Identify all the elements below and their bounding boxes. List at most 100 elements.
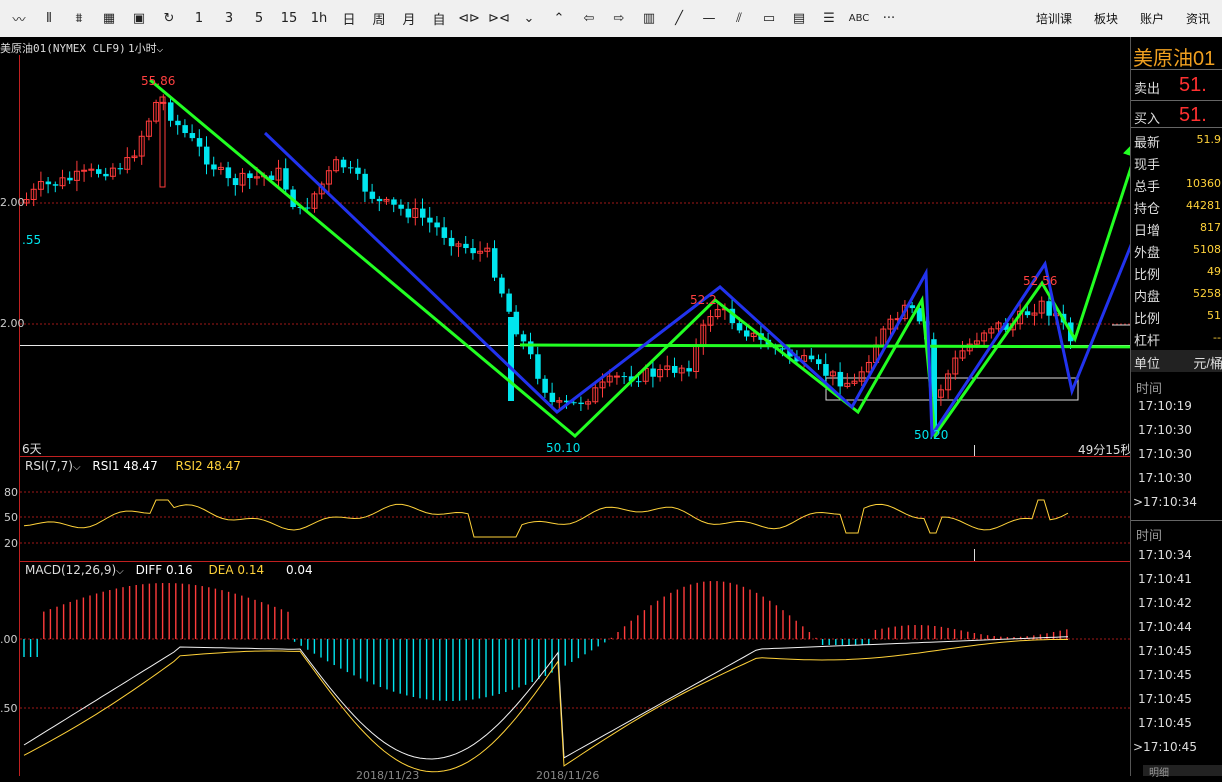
candle-body [499,277,505,294]
parallel-line-icon[interactable]: ⫽ [726,6,752,32]
tick-time: 17:10:19 [1138,399,1192,413]
quote-row-value: 49 [1207,265,1221,278]
detail-scroll-tab[interactable]: 明细 [1143,765,1222,779]
candle-body [103,173,109,177]
toolbar-more-icon[interactable]: ··· [876,6,902,32]
buy-row[interactable]: 买入 51. [1131,104,1222,127]
sell-row[interactable]: 卖出 51. [1131,74,1222,97]
price-axis-label: 2.00 [0,196,25,209]
refresh-icon[interactable]: ↻ [156,6,182,32]
timeframe-select[interactable]: 1小时⌵ [128,40,163,56]
text-box-icon[interactable]: ▤ [786,6,812,32]
quote-row-label: 现手 [1134,157,1161,172]
menu-item-1[interactable]: 板块 [1094,10,1118,27]
candle-body [448,237,455,247]
quote-row-value: 5258 [1193,287,1221,300]
low-price-label-2: 50.20 [914,428,949,442]
toolbar-period-3[interactable]: 3 [216,6,242,32]
toolbar-period-day[interactable]: 日 [336,6,362,32]
menu-item-2[interactable]: 账户 [1140,10,1164,27]
menu-item-0[interactable]: 培训课 [1036,10,1072,27]
quote-row: 外盘 5108 [1131,239,1222,261]
quote-row-label: 内盘 [1134,289,1161,304]
rsi1-label: RSI1 [92,459,120,473]
chevron-down-icon: ⌵ [116,566,124,577]
toolbar-period-1h[interactable]: 1h [306,6,332,32]
candlestick-icon[interactable]: ⫴ [36,6,62,32]
macd-value: 0.04 [285,563,313,577]
toolbar-period-week[interactable]: 周 [366,6,392,32]
candle-body [492,248,498,278]
arrow-right-icon[interactable]: ⇨ [606,6,632,32]
toolbar-period-month[interactable]: 月 [396,6,422,32]
dea-label: DEA [208,563,234,577]
candle-body [613,375,620,378]
chevron-down-double-icon[interactable]: ⌄ [516,6,542,32]
tick-time: 17:10:30 [1138,447,1192,461]
tick-time: 17:10:30 [1138,471,1192,485]
candle-body [405,208,412,218]
candle-body [542,378,548,393]
candle-body [67,177,73,181]
menu-item-3[interactable]: 资讯 [1186,10,1210,27]
chevron-down-icon: ⌵ [156,42,164,55]
candle-body [196,138,203,147]
candle-body [232,178,239,186]
toolbar-right-menu: 培训课 板块 账户 资讯 [1014,0,1210,37]
toolbar-period-custom[interactable]: 自 [426,6,452,32]
candle-body [304,207,311,209]
candle-body [837,371,844,387]
rsi-title: RSI(7,7) [25,459,73,473]
rsi-header[interactable]: RSI(7,7)⌵ RSI1 48.47 RSI2 48.47 [25,459,241,473]
chart-area[interactable] [0,55,1130,776]
unit-row: 单位 元/桶 [1131,350,1222,372]
candle-body [816,359,822,365]
candle-body [528,341,534,355]
grid-icon[interactable]: ▦ [96,6,122,32]
candle-body [168,102,174,121]
zoom-in-icon[interactable]: ⊲⊳ [456,6,482,32]
bar-chart-icon[interactable]: ⩩ [66,6,92,32]
rsi2-label: RSI2 [175,459,203,473]
chevron-up-double-icon[interactable]: ⌃ [546,6,572,32]
candle-body [204,146,210,165]
rsi-level-80: 80 [4,486,18,499]
candle-body [225,167,232,179]
quote-row-value: 5108 [1193,243,1221,256]
candle-body [96,169,102,174]
candle-body [369,191,376,199]
layout-icon[interactable]: ▥ [636,6,662,32]
macd-header[interactable]: MACD(12,26,9)⌵ DIFF 0.16 DEA 0.14 0.04 [25,563,313,577]
tick-time: 17:10:44 [1138,620,1192,634]
horizontal-line-icon[interactable]: — [696,6,722,32]
quote-row-label: 最新 [1134,135,1161,150]
candle-body [398,204,404,209]
draw-line-icon[interactable]: ╱ [666,6,692,32]
candle-body [1024,311,1031,316]
line-chart-icon[interactable]: 〰 [6,6,32,32]
high-price-label: 55.86 [141,74,176,88]
candle-body [650,368,656,377]
candle-body [520,334,527,342]
quote-row-value: -- [1213,331,1221,344]
save-icon[interactable]: ▣ [126,6,152,32]
diff-value: 0.16 [165,563,193,577]
toolbar-period-1[interactable]: 1 [186,6,212,32]
quote-row-value: 817 [1200,221,1221,234]
left-price-label: .55 [22,233,42,247]
countdown-label: 49分15秒 [1078,443,1133,457]
candle-body [736,323,743,331]
symbol-label[interactable]: 美原油01(NYMEX CLF9) [0,40,126,56]
candle-body [441,227,448,238]
low-price-label-1: 50.10 [546,441,581,455]
tick-time: 17:10:45 [1138,716,1192,730]
zoom-out-icon[interactable]: ⊳⊲ [486,6,512,32]
toolbar-period-5[interactable]: 5 [246,6,272,32]
arrow-left-icon[interactable]: ⇦ [576,6,602,32]
candle-body [189,133,196,139]
list-icon[interactable]: ☰ [816,6,842,32]
rectangle-icon[interactable]: ▭ [756,6,782,32]
candle-body [427,217,433,223]
toolbar-period-15[interactable]: 15 [276,6,302,32]
toolbar-text-abc-icon[interactable]: ABC [846,6,872,32]
